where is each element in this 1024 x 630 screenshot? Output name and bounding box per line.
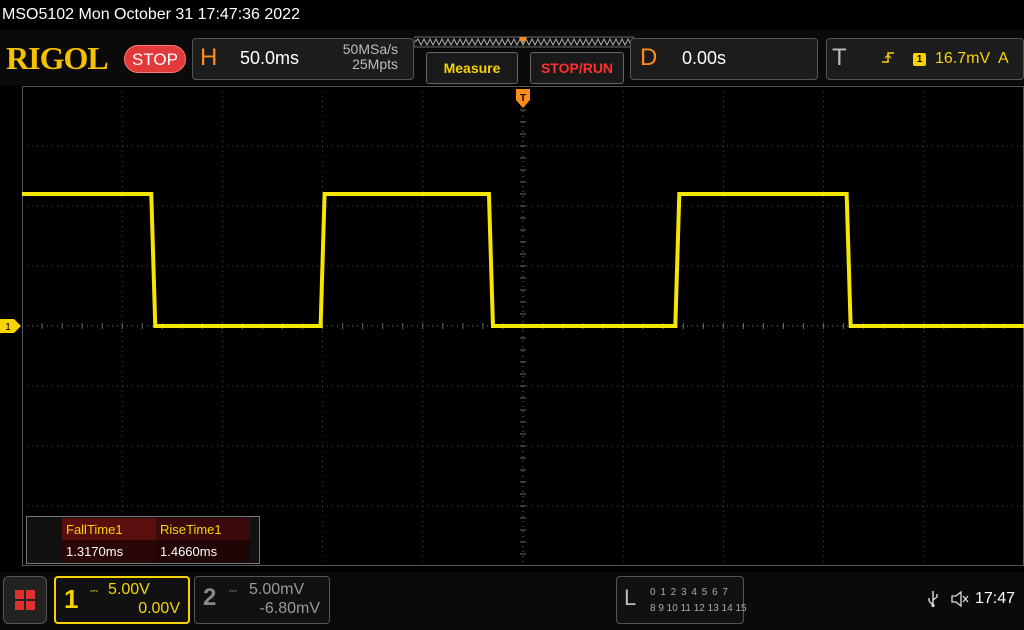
rise-time-label: RiseTime1 — [160, 522, 222, 537]
fall-time-label: FallTime1 — [66, 522, 123, 537]
measure-button[interactable]: Measure — [426, 52, 518, 84]
window-title: MSO5102 Mon October 31 17:47:36 2022 — [0, 0, 1024, 30]
memory-position-strip — [414, 36, 634, 48]
memory-depth: 25Mpts — [352, 56, 398, 72]
channel1-offset-marker[interactable]: 1 — [0, 319, 22, 333]
rising-edge-icon — [880, 50, 896, 71]
rigol-logo: RIGOL — [6, 40, 109, 76]
stop-run-button[interactable]: STOP/RUN — [530, 52, 624, 84]
logic-letter: L — [624, 585, 637, 610]
channel2-number: 2 — [203, 584, 217, 611]
channel1-number: 1 — [64, 584, 79, 614]
trigger-position-marker[interactable]: T — [515, 88, 531, 110]
rise-time-value: 1.4660ms — [160, 544, 218, 559]
main-menu-button[interactable] — [3, 576, 47, 624]
trigger-marker-label: T — [520, 93, 526, 104]
channel2-scale: 5.00mV — [249, 581, 305, 598]
channel1-offset: 0.00V — [138, 600, 180, 617]
delay-letter: D — [640, 44, 658, 71]
dc-coupling-icon: ⎓ — [229, 586, 237, 597]
trigger-letter: T — [832, 44, 847, 71]
trigger-level: 16.7mV — [935, 50, 991, 67]
trigger-mode: A — [998, 50, 1009, 67]
channel2-offset: -6.80mV — [259, 600, 320, 617]
horizontal-letter: H — [200, 44, 218, 71]
speaker-muted-icon[interactable] — [950, 590, 970, 613]
trigger-source-badge: 1 — [913, 53, 926, 66]
dc-coupling-icon: ⎓ — [90, 586, 98, 597]
usb-icon[interactable] — [926, 590, 940, 613]
delay-value: 0.00s — [682, 48, 727, 68]
run-state-button[interactable]: STOP — [124, 45, 186, 73]
measurement-panel[interactable]: FallTime1 RiseTime1 1.3170ms 1.4660ms — [26, 516, 260, 564]
grid-menu-icon — [15, 590, 35, 610]
channel1-marker-label: 1 — [5, 322, 11, 333]
clock: 17:47 — [975, 590, 1016, 607]
timebase-value: 50.0ms — [240, 48, 300, 68]
waveform-display[interactable] — [22, 86, 1024, 566]
logic-channels-row1: 0 1 2 3 4 5 6 7 — [650, 587, 729, 598]
fall-time-value: 1.3170ms — [66, 544, 124, 559]
sample-rate: 50MSa/s — [342, 41, 398, 57]
sample-rate-info: 50MSa/s 25Mpts — [310, 42, 398, 72]
channel1-scale: 5.00V — [108, 581, 150, 598]
logic-channels-row2: 8 9 10 11 12 13 14 15 — [650, 603, 747, 614]
